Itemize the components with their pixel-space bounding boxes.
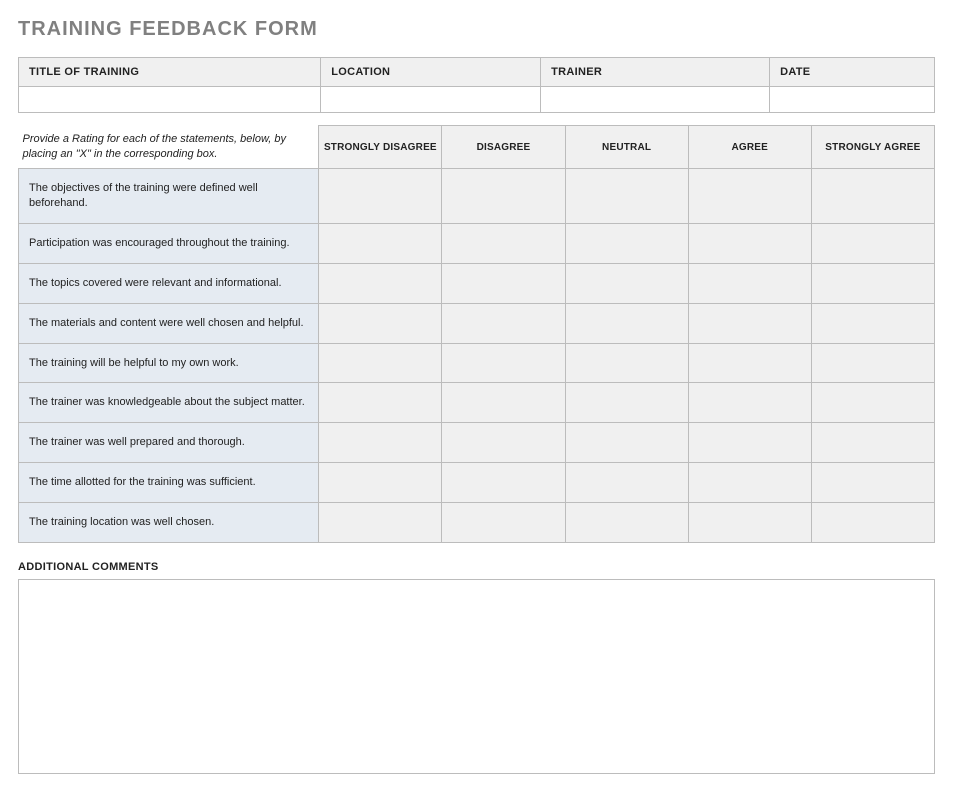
rating-row: The materials and content were well chos… bbox=[19, 303, 935, 343]
rating-box[interactable] bbox=[688, 463, 811, 503]
rating-box[interactable] bbox=[811, 383, 934, 423]
comments-box[interactable] bbox=[18, 579, 935, 774]
rating-box[interactable] bbox=[565, 303, 688, 343]
rating-box[interactable] bbox=[811, 343, 934, 383]
rating-box[interactable] bbox=[811, 463, 934, 503]
info-cell-location[interactable] bbox=[321, 87, 541, 113]
rating-box[interactable] bbox=[319, 343, 442, 383]
info-header-title: TITLE OF TRAINING bbox=[19, 58, 321, 87]
rating-box[interactable] bbox=[688, 343, 811, 383]
rating-box[interactable] bbox=[565, 502, 688, 542]
statement: The trainer was knowledgeable about the … bbox=[19, 383, 319, 423]
page-title: TRAINING FEEDBACK FORM bbox=[18, 18, 935, 41]
rating-table: Provide a Rating for each of the stateme… bbox=[18, 125, 935, 543]
rating-box[interactable] bbox=[442, 423, 565, 463]
rating-box[interactable] bbox=[688, 383, 811, 423]
statement: The materials and content were well chos… bbox=[19, 303, 319, 343]
rating-box[interactable] bbox=[442, 343, 565, 383]
rating-box[interactable] bbox=[565, 423, 688, 463]
rating-box[interactable] bbox=[565, 463, 688, 503]
rating-box[interactable] bbox=[319, 423, 442, 463]
rating-box[interactable] bbox=[811, 223, 934, 263]
rating-row: The trainer was well prepared and thorou… bbox=[19, 423, 935, 463]
rating-box[interactable] bbox=[319, 383, 442, 423]
rating-box[interactable] bbox=[442, 169, 565, 224]
rating-box[interactable] bbox=[688, 223, 811, 263]
rating-box[interactable] bbox=[565, 223, 688, 263]
rating-box[interactable] bbox=[442, 383, 565, 423]
info-cell-title[interactable] bbox=[19, 87, 321, 113]
statement: The objectives of the training were defi… bbox=[19, 169, 319, 224]
rating-box[interactable] bbox=[565, 343, 688, 383]
rating-box[interactable] bbox=[319, 502, 442, 542]
rating-box[interactable] bbox=[688, 169, 811, 224]
rating-box[interactable] bbox=[811, 303, 934, 343]
rating-box[interactable] bbox=[442, 263, 565, 303]
rating-row: The training will be helpful to my own w… bbox=[19, 343, 935, 383]
rating-box[interactable] bbox=[442, 303, 565, 343]
scale-agree: AGREE bbox=[688, 126, 811, 169]
statement: The training location was well chosen. bbox=[19, 502, 319, 542]
rating-box[interactable] bbox=[565, 169, 688, 224]
rating-box[interactable] bbox=[319, 169, 442, 224]
rating-box[interactable] bbox=[811, 423, 934, 463]
rating-box[interactable] bbox=[811, 263, 934, 303]
statement: The trainer was well prepared and thorou… bbox=[19, 423, 319, 463]
rating-row: The objectives of the training were defi… bbox=[19, 169, 935, 224]
scale-strongly-disagree: STRONGLY DISAGREE bbox=[319, 126, 442, 169]
rating-box[interactable] bbox=[688, 502, 811, 542]
rating-box[interactable] bbox=[319, 263, 442, 303]
rating-row: The time allotted for the training was s… bbox=[19, 463, 935, 503]
scale-strongly-agree: STRONGLY AGREE bbox=[811, 126, 934, 169]
rating-box[interactable] bbox=[319, 463, 442, 503]
rating-box[interactable] bbox=[442, 463, 565, 503]
rating-box[interactable] bbox=[319, 303, 442, 343]
rating-box[interactable] bbox=[688, 303, 811, 343]
info-cell-trainer[interactable] bbox=[541, 87, 770, 113]
info-header-location: LOCATION bbox=[321, 58, 541, 87]
info-header-trainer: TRAINER bbox=[541, 58, 770, 87]
rating-box[interactable] bbox=[565, 263, 688, 303]
rating-box[interactable] bbox=[811, 502, 934, 542]
rating-box[interactable] bbox=[688, 423, 811, 463]
rating-box[interactable] bbox=[442, 223, 565, 263]
info-table: TITLE OF TRAINING LOCATION TRAINER DATE bbox=[18, 57, 935, 113]
rating-row: The topics covered were relevant and inf… bbox=[19, 263, 935, 303]
rating-box[interactable] bbox=[442, 502, 565, 542]
rating-row: Participation was encouraged throughout … bbox=[19, 223, 935, 263]
info-cell-date[interactable] bbox=[770, 87, 935, 113]
rating-instruction: Provide a Rating for each of the stateme… bbox=[19, 126, 319, 169]
statement: The training will be helpful to my own w… bbox=[19, 343, 319, 383]
info-header-date: DATE bbox=[770, 58, 935, 87]
rating-box[interactable] bbox=[319, 223, 442, 263]
rating-box[interactable] bbox=[688, 263, 811, 303]
statement: Participation was encouraged throughout … bbox=[19, 223, 319, 263]
comments-label: ADDITIONAL COMMENTS bbox=[18, 561, 935, 573]
rating-box[interactable] bbox=[565, 383, 688, 423]
statement: The topics covered were relevant and inf… bbox=[19, 263, 319, 303]
scale-neutral: NEUTRAL bbox=[565, 126, 688, 169]
rating-row: The training location was well chosen. bbox=[19, 502, 935, 542]
statement: The time allotted for the training was s… bbox=[19, 463, 319, 503]
rating-row: The trainer was knowledgeable about the … bbox=[19, 383, 935, 423]
rating-box[interactable] bbox=[811, 169, 934, 224]
scale-disagree: DISAGREE bbox=[442, 126, 565, 169]
